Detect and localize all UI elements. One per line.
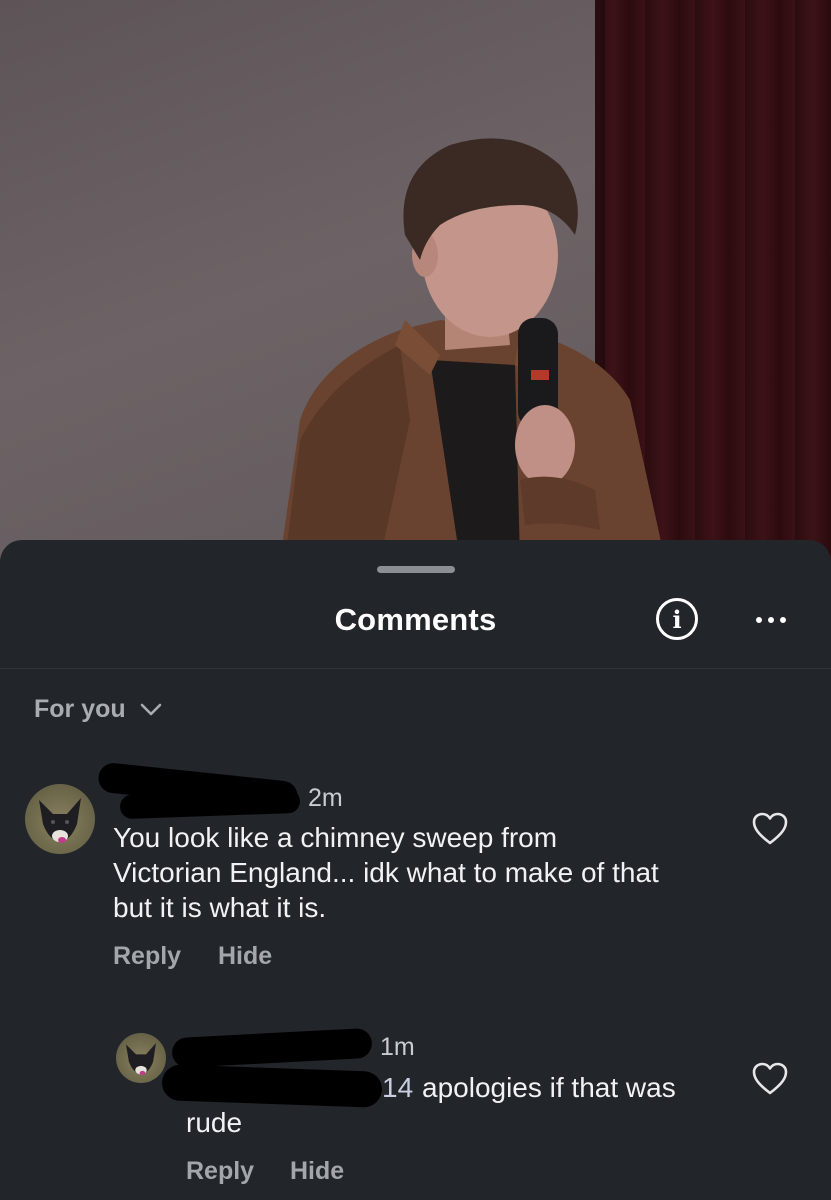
comments-sheet: Comments i For you 2m You look like a ch… bbox=[0, 540, 831, 1200]
dog-avatar-icon bbox=[126, 1043, 156, 1076]
avatar[interactable] bbox=[25, 784, 95, 854]
performer-image bbox=[280, 138, 665, 560]
comment-text-continued: rude bbox=[186, 1107, 243, 1138]
comment-timestamp: 1m bbox=[380, 1033, 415, 1061]
redacted-mention bbox=[161, 1064, 383, 1108]
video-frame[interactable] bbox=[0, 0, 831, 560]
dog-avatar-icon bbox=[39, 798, 81, 843]
header-divider bbox=[0, 668, 831, 669]
info-icon[interactable]: i bbox=[656, 598, 698, 640]
redacted-username bbox=[171, 1027, 373, 1069]
comment-text: You look like a chimney sweep from Victo… bbox=[113, 822, 659, 923]
filter-label: For you bbox=[34, 695, 126, 723]
sort-filter-dropdown[interactable]: For you bbox=[34, 695, 162, 724]
sheet-drag-handle[interactable] bbox=[377, 566, 455, 573]
reply-button[interactable]: Reply bbox=[113, 942, 181, 971]
comment-timestamp: 2m bbox=[308, 784, 343, 812]
heart-icon[interactable] bbox=[752, 1062, 788, 1096]
avatar[interactable] bbox=[116, 1033, 166, 1083]
mention-suffix[interactable]: 14 bbox=[382, 1070, 413, 1105]
chevron-down-icon bbox=[140, 703, 161, 715]
more-icon[interactable] bbox=[748, 600, 794, 640]
reply-button[interactable]: Reply bbox=[186, 1157, 254, 1186]
redacted-username bbox=[119, 788, 301, 820]
heart-icon[interactable] bbox=[752, 812, 788, 846]
sheet-title: Comments bbox=[334, 602, 497, 637]
hide-button[interactable]: Hide bbox=[290, 1157, 344, 1186]
comment-text: apologies if that was bbox=[422, 1072, 676, 1103]
hide-button[interactable]: Hide bbox=[218, 942, 272, 971]
